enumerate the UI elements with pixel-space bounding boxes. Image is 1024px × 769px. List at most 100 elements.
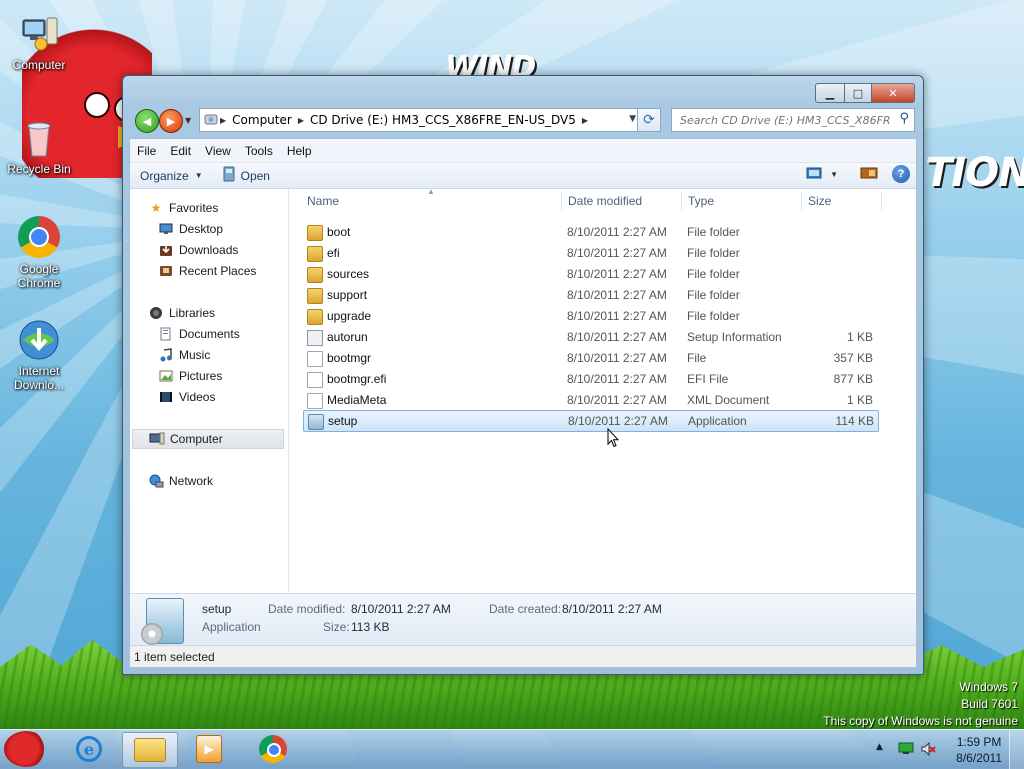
file-type: Setup Information xyxy=(687,330,782,344)
nav-favorites[interactable]: ★ Favorites xyxy=(148,198,219,218)
taskbar-google-chrome[interactable] xyxy=(246,732,300,766)
explorer-window[interactable]: ▁ □ ✕ ◀ ▶ ▼ ▶ Computer ▶ CD Drive (E:) H… xyxy=(122,75,924,675)
menu-edit[interactable]: Edit xyxy=(163,144,198,158)
nav-desktop[interactable]: Desktop xyxy=(158,219,223,239)
forward-button[interactable]: ▶ xyxy=(159,109,183,133)
search-icon[interactable]: ⚲ xyxy=(899,111,909,126)
nav-computer[interactable]: Computer xyxy=(132,429,284,449)
refresh-icon: ⟳ xyxy=(643,112,655,128)
search-input[interactable] xyxy=(678,112,892,128)
organize-label: Organize xyxy=(140,168,189,183)
nav-libraries[interactable]: Libraries xyxy=(148,303,215,323)
nav-network[interactable]: Network xyxy=(148,471,213,491)
show-hidden-icons-chevron-icon[interactable]: ▲ xyxy=(876,742,883,752)
details-date-modified: 8/10/2011 2:27 AM xyxy=(351,602,451,616)
folder-icon xyxy=(307,267,323,283)
breadcrumb-separator[interactable]: ▶ xyxy=(218,116,228,125)
breadcrumb-cd-drive[interactable]: CD Drive (E:) HM3_CCS_X86FRE_EN-US_DV5 xyxy=(306,113,580,127)
search-box[interactable]: ⚲ xyxy=(671,108,915,132)
file-row-upgrade[interactable]: upgrade 8/10/2011 2:27 AM File folder xyxy=(303,306,877,326)
file-row-mediameta[interactable]: MediaMeta 8/10/2011 2:27 AM XML Document… xyxy=(303,390,877,410)
file-row-sources[interactable]: sources 8/10/2011 2:27 AM File folder xyxy=(303,264,877,284)
refresh-button[interactable]: ⟳ xyxy=(637,109,660,131)
file-row-bootmgr-efi[interactable]: bootmgr.efi 8/10/2011 2:27 AM EFI File 8… xyxy=(303,369,877,389)
file-name: setup xyxy=(328,414,358,428)
file-row-autorun[interactable]: autorun 8/10/2011 2:27 AM Setup Informat… xyxy=(303,327,877,347)
file-name: autorun xyxy=(327,330,368,344)
taskbar-media-player[interactable]: ▶ xyxy=(182,732,236,766)
close-button[interactable]: ✕ xyxy=(872,83,915,103)
nav-recent-places[interactable]: Recent Places xyxy=(158,261,256,281)
change-view-icon[interactable] xyxy=(806,166,824,183)
taskbar-clock[interactable]: 1:59 PM 8/6/2011 xyxy=(956,734,1002,766)
genuine-watermark: Windows 7 Build 7601 This copy of Window… xyxy=(823,679,1018,730)
minimize-button[interactable]: ▁ xyxy=(815,83,845,103)
file-row-boot[interactable]: boot 8/10/2011 2:27 AM File folder xyxy=(303,222,877,242)
menu-tools[interactable]: Tools xyxy=(238,144,280,158)
clock-time: 1:59 PM xyxy=(956,735,1002,749)
organize-button[interactable]: Organize ▼ xyxy=(130,163,213,188)
recent-pages-dropdown[interactable]: ▼ xyxy=(185,116,191,125)
column-divider[interactable] xyxy=(801,191,802,211)
menu-view[interactable]: View xyxy=(198,144,238,158)
desktop-icon-label: Internet Downlo... xyxy=(13,364,65,392)
column-divider[interactable] xyxy=(561,191,562,211)
open-button[interactable]: Open xyxy=(213,163,280,188)
volume-muted-icon[interactable] xyxy=(920,741,936,760)
chevron-down-icon: ▼ xyxy=(194,171,203,180)
desktop-icon-google-chrome[interactable]: Google Chrome xyxy=(1,216,77,290)
network-status-icon[interactable] xyxy=(898,741,914,758)
menu-help[interactable]: Help xyxy=(280,144,319,158)
nav-videos[interactable]: Videos xyxy=(158,387,215,407)
column-date-modified[interactable]: Date modified xyxy=(568,194,642,208)
start-button[interactable] xyxy=(4,731,48,767)
breadcrumb-computer[interactable]: Computer xyxy=(228,113,296,127)
file-size: 1 KB xyxy=(846,393,873,407)
menu-file[interactable]: File xyxy=(130,144,163,158)
column-type[interactable]: Type xyxy=(688,194,714,208)
nav-label: Favorites xyxy=(169,201,219,215)
network-icon xyxy=(148,473,164,489)
nav-pictures[interactable]: Pictures xyxy=(158,366,222,386)
nav-documents[interactable]: Documents xyxy=(158,324,240,344)
nav-label: Libraries xyxy=(169,306,216,320)
view-options-chevron-icon[interactable]: ▼ xyxy=(830,170,838,179)
desktop-icon-recycle-bin[interactable]: Recycle Bin xyxy=(1,116,77,176)
file-name: efi xyxy=(327,246,340,260)
taskbar-internet-explorer[interactable]: e xyxy=(62,732,116,766)
setup-application-large-icon xyxy=(141,598,184,645)
drive-icon xyxy=(204,112,218,129)
help-icon[interactable]: ? xyxy=(892,165,910,183)
address-bar[interactable]: ▶ Computer ▶ CD Drive (E:) HM3_CCS_X86FR… xyxy=(199,108,661,132)
nav-label: Network xyxy=(169,474,214,488)
file-row-bootmgr[interactable]: bootmgr 8/10/2011 2:27 AM File 357 KB xyxy=(303,348,877,368)
file-date: 8/10/2011 2:27 AM xyxy=(567,246,667,260)
maximize-icon: □ xyxy=(852,86,864,100)
file-row-setup[interactable]: setup 8/10/2011 2:27 AM Application 114 … xyxy=(303,410,879,432)
desktop-icon-computer[interactable]: Computer xyxy=(1,12,77,72)
file-name: upgrade xyxy=(327,309,372,323)
breadcrumb-separator[interactable]: ▶ xyxy=(296,116,306,125)
watermark-notice: This copy of Windows is not genuine xyxy=(823,714,1018,728)
show-desktop-button[interactable] xyxy=(1009,730,1024,769)
column-divider[interactable] xyxy=(881,191,882,211)
column-name[interactable]: Name xyxy=(307,194,339,208)
preview-pane-icon[interactable] xyxy=(860,166,878,183)
file-date: 8/10/2011 2:27 AM xyxy=(567,393,667,407)
maximize-button[interactable]: □ xyxy=(845,83,872,103)
file-row-efi[interactable]: efi 8/10/2011 2:27 AM File folder xyxy=(303,243,877,263)
windows-explorer-icon xyxy=(134,738,166,762)
taskbar-windows-explorer[interactable] xyxy=(122,732,178,768)
nav-music[interactable]: Music xyxy=(158,345,210,365)
file-type: File folder xyxy=(687,309,740,323)
address-dropdown-icon[interactable]: ▼ xyxy=(629,114,636,124)
column-size[interactable]: Size xyxy=(808,194,831,208)
column-divider[interactable] xyxy=(681,191,682,211)
breadcrumb-separator[interactable]: ▶ xyxy=(580,116,590,125)
back-button[interactable]: ◀ xyxy=(135,109,159,133)
desktop-icon-internet-download-manager[interactable]: Internet Downlo... xyxy=(1,318,77,392)
file-name: MediaMeta xyxy=(327,393,387,407)
nav-downloads[interactable]: Downloads xyxy=(158,240,238,260)
file-row-support[interactable]: support 8/10/2011 2:27 AM File folder xyxy=(303,285,877,305)
details-size: 113 KB xyxy=(351,620,390,634)
